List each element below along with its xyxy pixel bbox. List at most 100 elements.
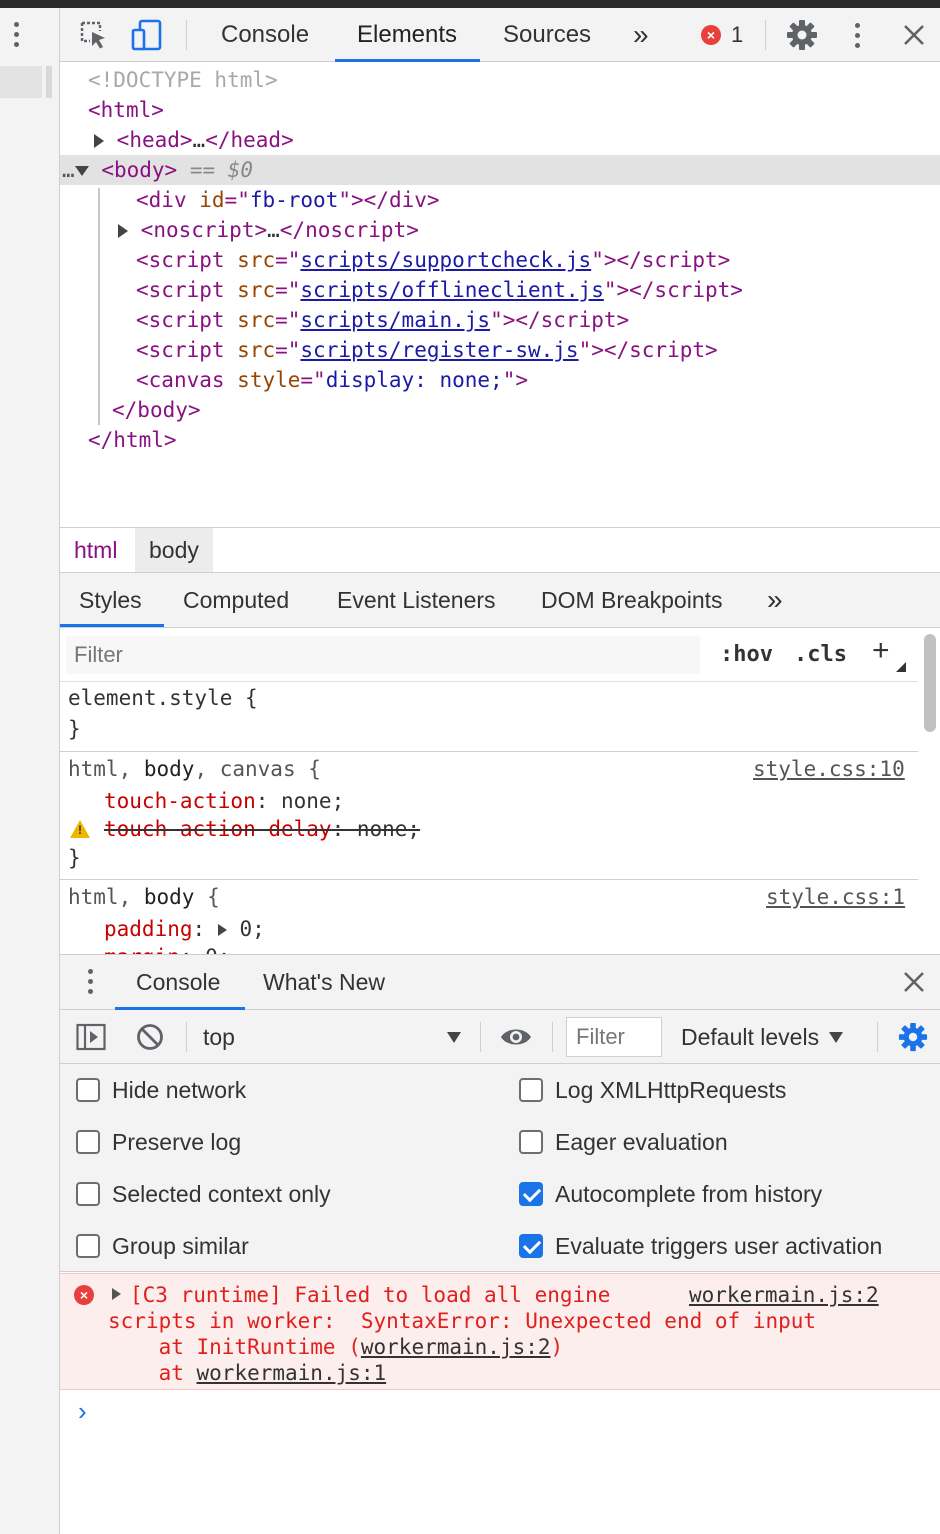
dom-node-body-selected[interactable]: … <body> == $0 [60, 155, 940, 185]
checkbox[interactable] [76, 1078, 100, 1102]
checkbox[interactable] [76, 1130, 100, 1154]
clear-console-button[interactable] [136, 1010, 164, 1064]
script-src-link[interactable]: scripts/supportcheck.js [300, 248, 591, 272]
expand-triangle-icon[interactable] [94, 134, 104, 148]
checkbox[interactable] [76, 1182, 100, 1206]
eye-icon [501, 1029, 531, 1045]
device-toggle-button[interactable] [130, 8, 164, 62]
tab-elements[interactable]: Elements [357, 8, 457, 62]
rule-source-link[interactable]: style.css:1 [766, 882, 905, 912]
rule-selector[interactable]: html, body { [68, 882, 220, 912]
console-prompt[interactable]: › [60, 1390, 940, 1534]
context-selector[interactable]: top [203, 1010, 463, 1064]
option-hide-network[interactable]: Hide network [76, 1070, 246, 1110]
log-levels-dropdown[interactable]: Default levels [681, 1010, 844, 1064]
tab-dom-breakpoints[interactable]: DOM Breakpoints [541, 573, 723, 627]
dom-node-head[interactable]: <head>…</head> [60, 125, 940, 155]
drawer-tab-console[interactable]: Console [136, 955, 220, 1009]
dom-node-html[interactable]: <html> [60, 95, 940, 125]
option-autocomplete-from-history[interactable]: Autocomplete from history [519, 1174, 822, 1214]
stack-link[interactable]: workermain.js:2 [361, 1335, 551, 1359]
script-src-link[interactable]: scripts/offlineclient.js [300, 278, 603, 302]
dom-node-noscript[interactable]: <noscript>…</noscript> [60, 215, 940, 245]
rule-selector[interactable]: element.style { [68, 683, 258, 713]
rule-selector[interactable]: html, body, canvas { [68, 754, 321, 784]
corner-triangle-icon [896, 662, 906, 672]
option-log-xmlhttprequests[interactable]: Log XMLHttpRequests [519, 1070, 786, 1110]
collapse-triangle-icon[interactable] [74, 166, 89, 176]
dom-node-canvas[interactable]: <canvas style="display: none;"> [60, 365, 940, 395]
show-sidebar-button[interactable] [76, 1010, 106, 1064]
option-eager-evaluation[interactable]: Eager evaluation [519, 1122, 728, 1162]
rule-source-link[interactable]: style.css:10 [753, 754, 905, 784]
more-tabs-icon[interactable]: » [767, 573, 783, 627]
option-evaluate-triggers-user-activation[interactable]: Evaluate triggers user activation [519, 1226, 882, 1266]
styles-filter-input[interactable] [66, 636, 700, 674]
tab-computed[interactable]: Computed [183, 573, 289, 627]
expand-triangle-icon[interactable] [217, 924, 227, 936]
inspect-icon [80, 21, 105, 49]
scrollbar-thumb[interactable] [924, 634, 936, 732]
rule-declaration[interactable]: touch-action: none; [104, 786, 344, 816]
dom-node-div[interactable]: <div id="fb-root"></div> [60, 185, 940, 215]
tab-console[interactable]: Console [221, 8, 309, 62]
close-icon [904, 972, 924, 992]
script-src-link[interactable]: scripts/register-sw.js [300, 338, 578, 362]
option-preserve-log[interactable]: Preserve log [76, 1122, 241, 1162]
console-error-message[interactable]: × [C3 runtime] Failed to load all engine… [60, 1273, 940, 1390]
class-toggle[interactable]: .cls [794, 638, 847, 672]
styles-scrollbar[interactable] [921, 632, 937, 952]
checkbox[interactable] [76, 1234, 100, 1258]
rule-declaration-invalid[interactable]: touch-action-delay: none; [104, 814, 420, 844]
error-count-badge[interactable]: × 1 [701, 8, 743, 62]
error-source-link[interactable]: workermain.js:2 [689, 1282, 879, 1308]
expand-triangle-icon[interactable] [118, 224, 128, 238]
checkbox-checked[interactable] [519, 1234, 543, 1258]
checkbox[interactable] [519, 1130, 543, 1154]
drawer-menu-icon[interactable] [88, 969, 93, 994]
breadcrumb-body[interactable]: body [135, 528, 213, 572]
rule-declaration[interactable]: margin: 0; [104, 942, 230, 954]
log-levels-value: Default levels [681, 1023, 820, 1050]
dom-node-script[interactable]: <script src="scripts/register-sw.js"></s… [60, 335, 940, 365]
styles-filter-bar: :hov .cls + [60, 628, 918, 682]
hover-state-toggle[interactable]: :hov [720, 638, 773, 672]
drawer-tab-whats-new[interactable]: What's New [263, 955, 385, 1009]
inspect-element-button[interactable] [78, 8, 110, 62]
option-selected-context-only[interactable]: Selected context only [76, 1174, 331, 1214]
dom-node-script[interactable]: <script src="scripts/offlineclient.js"><… [60, 275, 940, 305]
gear-icon [787, 20, 817, 50]
style-rules: element.style { } html, body, canvas { s… [60, 682, 918, 954]
rule-element-style: element.style { } [60, 682, 918, 752]
script-src-link[interactable]: scripts/main.js [300, 308, 490, 332]
dom-node-html-close[interactable]: </html> [60, 425, 940, 455]
tab-sources[interactable]: Sources [503, 8, 591, 62]
console-settings: Hide network Preserve log Selected conte… [60, 1064, 940, 1272]
expand-triangle-icon[interactable] [112, 1288, 121, 1300]
add-rule-button[interactable]: + [872, 634, 890, 668]
more-tabs-icon[interactable]: » [633, 8, 649, 62]
kebab-menu-icon [855, 22, 860, 48]
tab-event-listeners[interactable]: Event Listeners [337, 573, 496, 627]
dom-node-script[interactable]: <script src="scripts/main.js"></script> [60, 305, 940, 335]
console-settings-button[interactable] [898, 1010, 928, 1064]
rule-declaration[interactable]: padding: 0; [104, 914, 265, 944]
stack-link[interactable]: workermain.js:1 [197, 1361, 387, 1385]
customize-menu-button[interactable] [855, 8, 860, 62]
settings-button[interactable] [786, 8, 818, 62]
close-devtools-button[interactable] [902, 8, 926, 62]
checkbox-checked[interactable] [519, 1182, 543, 1206]
close-drawer-button[interactable] [903, 971, 925, 999]
live-expression-button[interactable] [499, 1010, 533, 1064]
console-filter-input[interactable] [566, 1017, 662, 1057]
error-count: 1 [731, 22, 744, 47]
tab-styles[interactable]: Styles [79, 573, 142, 627]
dom-node-doctype[interactable]: <!DOCTYPE html> [60, 65, 940, 95]
kebab-menu-icon[interactable] [14, 22, 19, 47]
sidebar-toggle-icon [76, 1023, 106, 1051]
checkbox[interactable] [519, 1078, 543, 1102]
dom-node-body-close[interactable]: </body> [60, 395, 940, 425]
dom-node-script[interactable]: <script src="scripts/supportcheck.js"></… [60, 245, 940, 275]
breadcrumb-html[interactable]: html [60, 528, 131, 572]
option-group-similar[interactable]: Group similar [76, 1226, 249, 1266]
